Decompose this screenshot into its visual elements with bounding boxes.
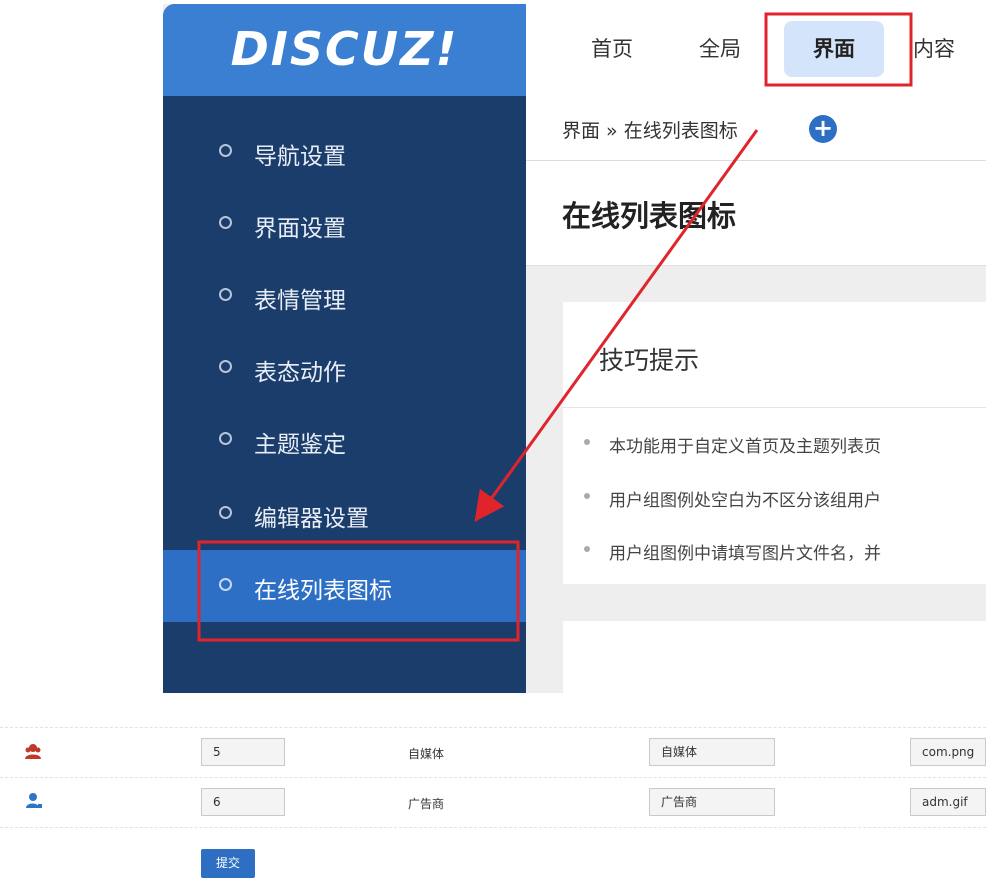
highlight-box-online-list-icons — [197, 540, 520, 642]
display-order-input[interactable]: 5 — [201, 738, 285, 766]
display-order-input[interactable]: 6 — [201, 788, 285, 816]
row-separator — [0, 827, 986, 828]
group-title-input[interactable]: 自媒体 — [649, 738, 775, 766]
row-separator — [0, 777, 986, 778]
annotation-overlay — [197, 12, 913, 642]
group-name: 自媒体 — [408, 747, 445, 761]
highlight-box-interface-tab — [764, 12, 913, 87]
row-separator — [0, 727, 986, 728]
icon-filename-input[interactable]: com.png — [910, 738, 986, 766]
submit-button[interactable]: 提交 — [201, 849, 255, 878]
annotation-arrow — [474, 129, 759, 522]
we-media-user-icon — [24, 742, 42, 764]
icon-filename-input[interactable]: adm.gif — [910, 788, 986, 816]
advertiser-user-icon — [25, 792, 43, 814]
group-name: 广告商 — [408, 797, 445, 811]
group-title-input[interactable]: 广告商 — [649, 788, 775, 816]
